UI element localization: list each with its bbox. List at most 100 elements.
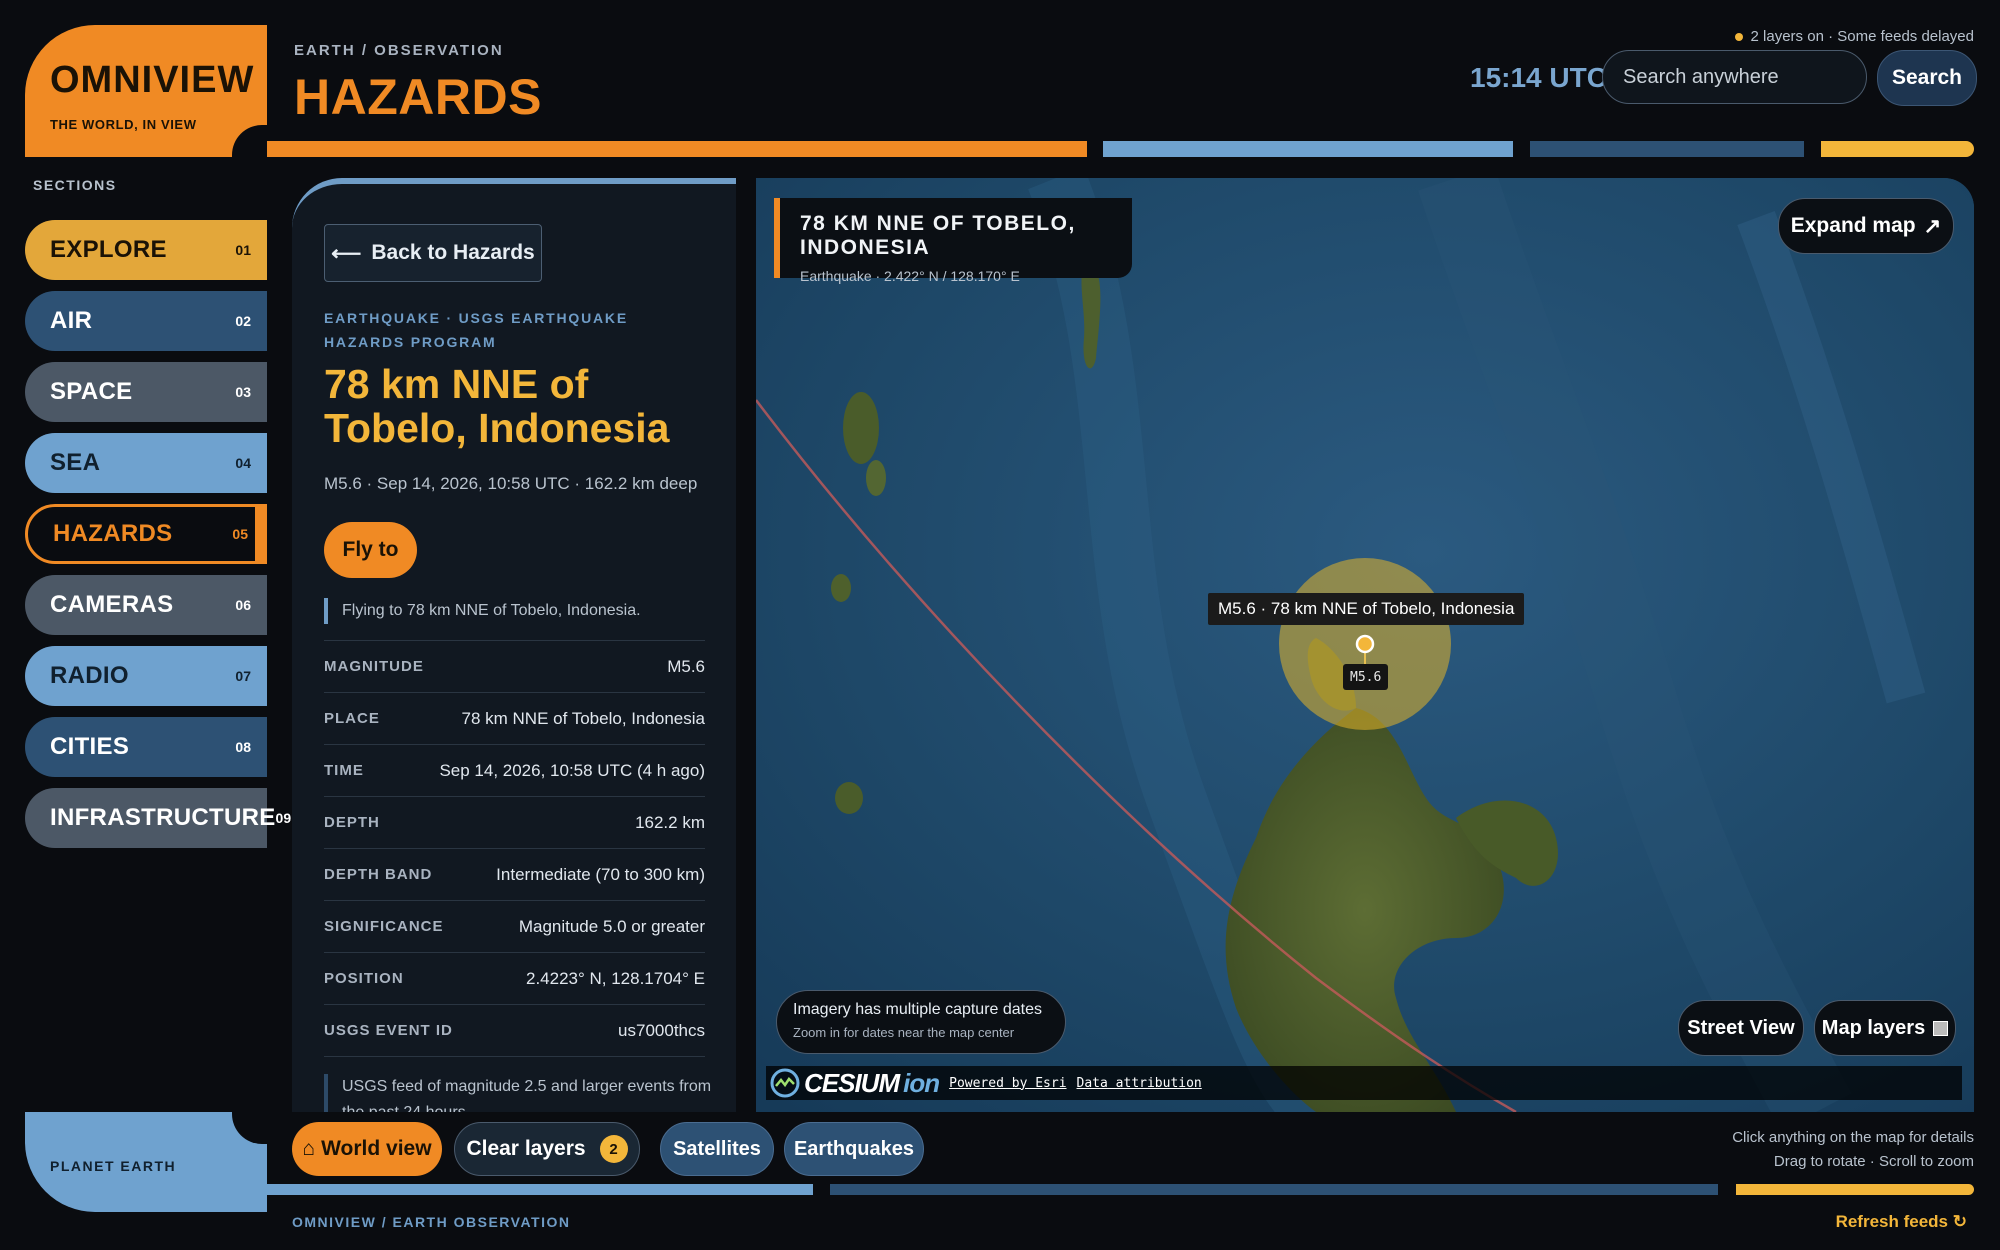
brand-title: OMNIVIEW [50,59,255,101]
bottom-bar-light-blue [267,1184,813,1195]
detail-key: USGS EVENT ID [324,1022,453,1039]
detail-value: 162.2 km [635,812,705,832]
brand-block[interactable]: OMNIVIEW THE WORLD, IN VIEW [25,25,267,157]
quake-map-label[interactable]: M5.6 · 78 km NNE of Tobelo, Indonesia [1208,593,1525,625]
expand-map-button[interactable]: Expand map ↗ [1778,198,1954,254]
sidebar-item-number: 05 [232,526,248,542]
sidebar-item-cameras[interactable]: CAMERAS 06 [25,575,267,635]
refresh-icon: ↻ [1952,1212,1967,1231]
detail-value: Sep 14, 2026, 10:58 UTC (4 h ago) [439,760,705,780]
world-view-button[interactable]: ⌂ World view [292,1122,442,1176]
event-subtitle: M5.6 · Sep 14, 2026, 10:58 UTC · 162.2 k… [324,474,698,493]
map-subtitle: Earthquake · 2.422° N / 128.170° E [800,268,1020,284]
detail-key: DEPTH [324,814,380,831]
detail-panel: ⟵ Back to Hazards EARTHQUAKE · USGS EART… [292,178,736,1112]
quake-magnitude-tag[interactable]: M5.6 [1343,664,1389,690]
status-dot-icon [1734,32,1743,41]
sidebar-item-radio[interactable]: RADIO 07 [25,646,267,706]
data-attribution-link[interactable]: Data attribution [1077,1076,1202,1091]
sidebar-item-number: 08 [235,739,251,755]
arrow-left-icon: ⟵ [331,241,362,265]
detail-value: Magnitude 5.0 or greater [518,916,705,936]
back-label: Back to Hazards [371,241,535,264]
detail-value: 2.4223° N, 128.1704° E [525,968,705,988]
map-hint: Click anything on the map for details Dr… [1732,1126,1974,1174]
arrow-up-right-icon: ↗ [1923,214,1942,238]
map-title: 78 KM NNE OF TOBELO, INDONESIA [800,212,1076,259]
event-source: EARTHQUAKE · USGS EARTHQUAKE HAZARDS PRO… [324,310,628,350]
map-layers-button[interactable]: Map layers [1814,1000,1956,1056]
detail-value: M5.6 [667,656,705,676]
fly-to-button[interactable]: Fly to [324,522,417,578]
back-to-hazards-button[interactable]: ⟵ Back to Hazards [324,224,542,282]
refresh-feeds-button[interactable]: Refresh feeds ↻ [1836,1212,1967,1232]
utc-clock: 15:14 UTC [1470,62,1607,93]
sidebar-item-number: 07 [235,668,251,684]
sidebar-item-number: 06 [235,597,251,613]
imagery-dates-notice[interactable]: Imagery has multiple capture dates Zoom … [776,990,1066,1054]
detail-key: TIME [324,762,364,779]
detail-row: PLACE 78 km NNE of Tobelo, Indonesia [324,692,705,744]
map-layers-label: Map layers [1821,1016,1926,1039]
layers-square-icon [1933,1020,1949,1036]
top-bar-orange [267,141,1087,157]
detail-value: 78 km NNE of Tobelo, Indonesia [461,708,706,728]
cesium-logo[interactable]: CESIUM ion [770,1067,940,1099]
detail-row: TIME Sep 14, 2026, 10:58 UTC (4 h ago) [324,744,705,796]
search-input[interactable] [1602,50,1867,104]
map-hint-line-1: Click anything on the map for details [1732,1129,1974,1146]
satellites-layer-chip[interactable]: Satellites [660,1122,774,1176]
map-hint-line-2: Drag to rotate · Scroll to zoom [1773,1153,1974,1170]
sidebar-item-number: 09 [275,810,292,826]
sidebar-item-number: 04 [235,455,251,471]
map-title-card: 78 KM NNE OF TOBELO, INDONESIA Earthquak… [774,198,1132,284]
detail-key: PLACE [324,710,380,727]
refresh-label: Refresh feeds [1835,1212,1949,1231]
clear-layers-label: Clear layers [466,1137,586,1160]
sidebar-item-air[interactable]: AIR 02 [25,291,267,351]
sidebar-item-sea[interactable]: SEA 04 [25,433,267,493]
powered-by-esri-link[interactable]: Powered by Esri [949,1076,1066,1091]
breadcrumb: EARTH / OBSERVATION [294,42,504,59]
street-view-button[interactable]: Street View [1678,1000,1804,1056]
search-button[interactable]: Search [1877,50,1977,106]
sidebar-item-label: CITIES [50,733,130,760]
status-indicator: 2 layers on · Some feeds delayed [1734,28,1974,45]
sidebar-item-label: SPACE [50,378,133,405]
satellite-imagery [756,178,1974,1112]
brand-tagline: THE WORLD, IN VIEW [50,117,197,132]
detail-key: MAGNITUDE [324,658,424,675]
detail-row: DEPTH 162.2 km [324,796,705,848]
clear-layers-button[interactable]: Clear layers 2 [454,1122,640,1176]
ion-text: ion [903,1067,940,1098]
layer-count-badge: 2 [599,1135,628,1163]
earthquakes-layer-chip[interactable]: Earthquakes [784,1122,924,1176]
sidebar-item-label: HAZARDS [53,520,173,547]
sidebar-item-infrastructure[interactable]: INFRASTRUCTURE 09 [25,788,291,848]
imagery-subtitle: Zoom in for dates near the map center [793,1025,1015,1040]
detail-key: DEPTH BAND [324,866,433,883]
top-bar-light-blue [1103,141,1513,157]
sidebar-item-hazards[interactable]: HAZARDS 05 [25,504,267,564]
detail-row: POSITION 2.4223° N, 128.1704° E [324,952,705,1004]
event-title: 78 km NNE of Tobelo, Indonesia [324,361,670,451]
world-view-label: World view [321,1137,432,1160]
sidebar-item-explore[interactable]: EXPLORE 01 [25,220,267,280]
sidebar-item-cities[interactable]: CITIES 08 [25,717,267,777]
sidebar-item-space[interactable]: SPACE 03 [25,362,267,422]
top-bar-yellow [1821,141,1974,157]
globe-map[interactable]: M5.6 · 78 km NNE of Tobelo, Indonesia M5… [756,178,1974,1112]
detail-value: Intermediate (70 to 300 km) [496,864,705,884]
top-bar-dark-blue [1530,141,1804,157]
page-title: HAZARDS [294,69,542,125]
sidebar-item-label: INFRASTRUCTURE [50,804,276,831]
status-text: 2 layers on · Some feeds delayed [1750,28,1974,45]
sidebar-item-number: 03 [235,384,251,400]
planet-earth-block[interactable]: PLANET EARTH [25,1112,267,1212]
sidebar-item-label: AIR [50,307,93,334]
detail-key: POSITION [324,970,404,987]
sidebar-item-label: SEA [50,449,101,476]
sections-label: SECTIONS [33,177,117,193]
sidebar-item-number: 02 [235,313,251,329]
cesium-text: CESIUM [804,1067,900,1098]
